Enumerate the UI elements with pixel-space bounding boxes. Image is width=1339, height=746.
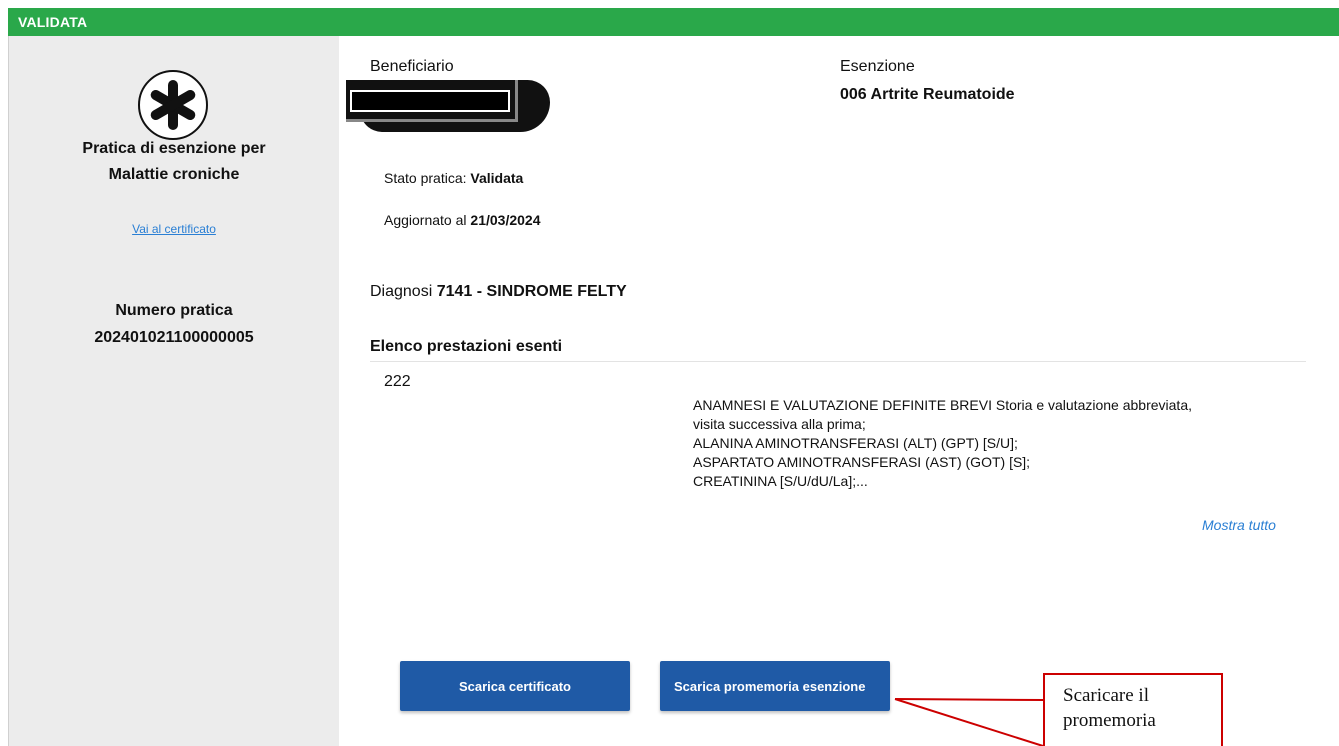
status-value: Validata (470, 170, 524, 186)
callout-line2: promemoria (1063, 710, 1156, 731)
updated-date: 21/03/2024 (470, 212, 541, 228)
redaction-bar (350, 90, 510, 112)
pratica-number-label: Numero pratica (115, 302, 233, 319)
list-item: CREATININA [S/U/dU/La];... (693, 473, 868, 489)
pratica-type-line2: Malattie croniche (108, 166, 240, 183)
list-item: visita successiva alla prima; (693, 416, 866, 432)
exempt-services-list: ANAMNESI E VALUTAZIONE DEFINITE BREVI St… (693, 396, 1293, 491)
beneficiary-label: Beneficiario (370, 58, 454, 75)
pratica-type-line1: Pratica di esenzione per (82, 140, 266, 157)
callout-annotation: Scaricare il promemoria (1043, 673, 1223, 746)
diagnosis-label: Diagnosi (370, 283, 437, 300)
download-reminder-button[interactable]: Scarica promemoria esenzione (660, 661, 890, 711)
updated-label: Aggiornato al (384, 212, 471, 228)
diagnosis-line: Diagnosi 7141 - SINDROME FELTY (370, 283, 627, 301)
updated-line: Aggiornato al 21/03/2024 (384, 212, 540, 228)
list-item: ALANINA AMINOTRANSFERASI (ALT) (GPT) [S/… (693, 435, 1018, 451)
exempt-services-code: 222 (384, 373, 411, 390)
list-item: ANAMNESI E VALUTAZIONE DEFINITE BREVI St… (693, 397, 1192, 413)
download-certificate-button[interactable]: Scarica certificato (400, 661, 630, 711)
exemption-label: Esenzione (840, 58, 915, 75)
pratica-number-value: 202401021100000005 (94, 329, 254, 346)
diagnosis-value: 7141 - SINDROME FELTY (436, 283, 627, 300)
exemption-value: 006 Artrite Reumatoide (840, 86, 1015, 103)
pratica-type-title: Pratica di esenzione per Malattie cronic… (9, 136, 339, 188)
status-header: VALIDATA (8, 8, 1339, 36)
asterisk-icon (138, 70, 208, 140)
list-item: ASPARTATO AMINOTRANSFERASI (AST) (GOT) [… (693, 454, 1031, 470)
status-label: Stato pratica: (384, 170, 471, 186)
section-divider (370, 361, 1306, 362)
status-line: Stato pratica: Validata (384, 170, 523, 186)
exempt-services-title: Elenco prestazioni esenti (370, 338, 563, 355)
callout-line1: Scaricare il (1063, 685, 1149, 706)
show-all-link[interactable]: Mostra tutto (1202, 517, 1276, 533)
go-to-certificate-link[interactable]: Vai al certificato (9, 222, 339, 236)
